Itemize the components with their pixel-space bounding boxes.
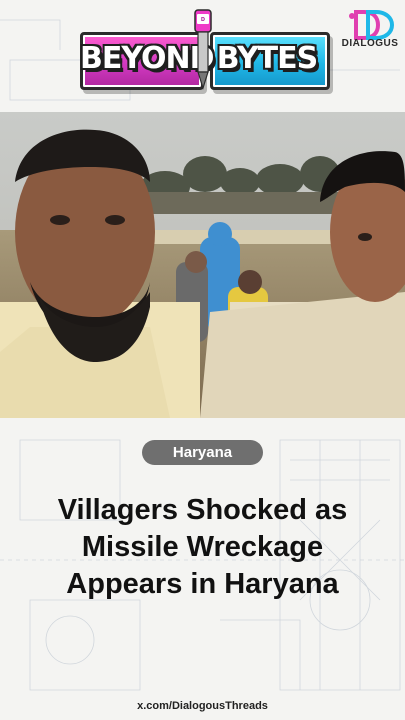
headline: Villagers Shocked as Missile Wreckage Ap… bbox=[10, 492, 395, 603]
headline-line-3: Appears in Haryana bbox=[66, 568, 339, 600]
logo-word-beyond: BEYOND bbox=[80, 41, 215, 76]
pen-icon: D bbox=[194, 9, 212, 90]
publisher-name: DIALOGUS bbox=[341, 38, 399, 49]
social-handle[interactable]: x.com/DialogousThreads bbox=[0, 700, 405, 712]
news-photo bbox=[0, 112, 405, 418]
header: BEYOND BYTES D DIALOGUS bbox=[0, 0, 405, 112]
headline-line-2: Missile Wreckage bbox=[81, 531, 324, 563]
dialogus-logo-icon bbox=[349, 10, 395, 40]
location-tag: Haryana bbox=[142, 440, 263, 465]
beyond-bytes-logo: BEYOND BYTES D bbox=[80, 8, 330, 90]
svg-text:D: D bbox=[201, 17, 205, 23]
headline-line-1: Villagers Shocked as bbox=[57, 494, 348, 526]
logo-word-bytes: BYTES bbox=[216, 41, 319, 76]
